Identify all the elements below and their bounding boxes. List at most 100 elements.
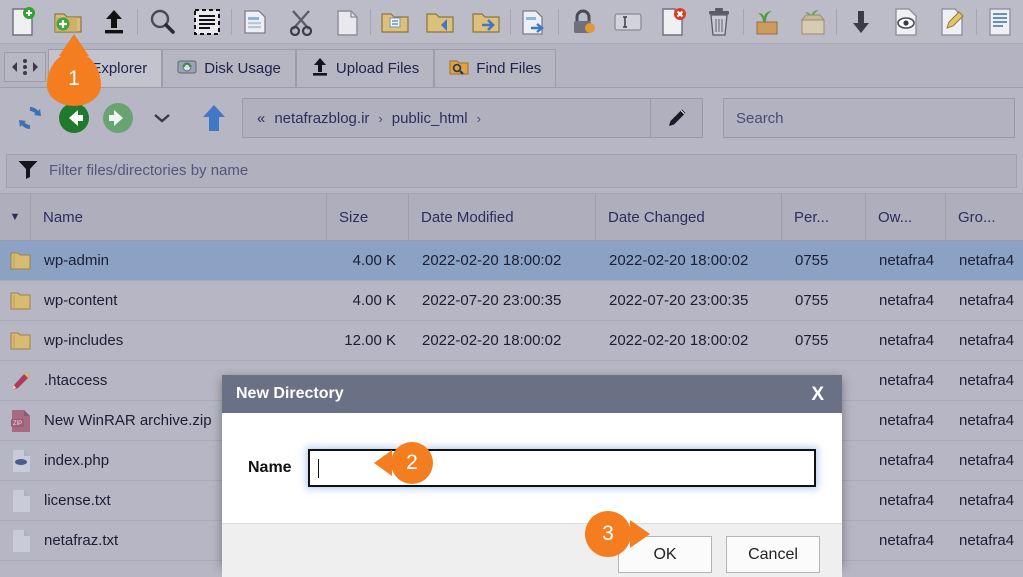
pencil-icon[interactable] <box>650 99 702 137</box>
filter-placeholder: Filter files/directories by name <box>49 162 249 179</box>
zip-icon: ZIP <box>0 401 42 441</box>
file-manager-window: File Explorer Disk Usage Upload Files Fi… <box>0 0 1023 577</box>
breadcrumb-separator: › <box>378 110 383 126</box>
close-icon[interactable]: X <box>811 385 824 404</box>
download-icon[interactable] <box>838 0 883 44</box>
file-date-changed: 2022-02-20 18:00:02 <box>609 252 749 269</box>
table-header: ▼ Name Size Date Modified Date Changed P… <box>0 193 1023 241</box>
dialog-footer: OK Cancel <box>222 523 842 577</box>
rename-icon[interactable] <box>605 0 650 44</box>
column-label: Name <box>43 208 84 226</box>
text-icon <box>0 481 42 521</box>
toolbar-divider <box>836 8 838 35</box>
column-header-permissions[interactable]: Per... <box>781 193 865 241</box>
folder-down-icon[interactable] <box>418 0 463 44</box>
copy-icon[interactable] <box>233 0 278 44</box>
tab-label: Disk Usage <box>204 60 281 77</box>
column-header-owner[interactable]: Ow... <box>865 193 945 241</box>
extract-icon[interactable] <box>744 0 789 44</box>
file-group: netafra4 <box>959 332 1015 349</box>
file-size: 4.00 K <box>352 252 396 269</box>
table-row[interactable]: wp-content 4.00 K 2022-07-20 23:00:35 2022-… <box>0 281 1023 321</box>
sort-caret-icon[interactable]: ▼ <box>0 194 30 241</box>
cancel-button[interactable]: Cancel <box>726 536 820 573</box>
file-owner: netafra4 <box>879 412 935 429</box>
move-file-icon[interactable] <box>372 0 417 44</box>
file-name: wp-content <box>44 292 118 309</box>
file-owner: netafra4 <box>879 452 935 469</box>
tab-disk-usage[interactable]: Disk Usage <box>162 49 296 87</box>
breadcrumb-prev-icon[interactable]: « <box>257 110 265 127</box>
file-owner: netafra4 <box>879 492 935 509</box>
file-permissions: 0755 <box>795 292 829 309</box>
new-file-icon[interactable] <box>0 0 45 44</box>
file-group: netafra4 <box>959 292 1015 309</box>
table-row[interactable]: wp-admin 4.00 K 2022-02-20 18:00:02 2022-02… <box>0 241 1023 281</box>
delete-file-icon[interactable] <box>651 0 696 44</box>
column-header-group[interactable]: Gro... <box>945 193 1023 241</box>
tab-find-files[interactable]: Find Files <box>434 49 557 87</box>
trash-icon[interactable] <box>696 0 741 44</box>
toolbar-divider <box>557 8 559 35</box>
toolbar-divider <box>509 8 511 35</box>
table-row[interactable]: wp-includes 12.00 K 2022-02-20 18:00:02 202… <box>0 321 1023 361</box>
badge-pointer <box>59 34 89 56</box>
file-size: 4.00 K <box>352 292 396 309</box>
copy-file-icon[interactable] <box>511 0 556 44</box>
svg-text:ZIP: ZIP <box>13 421 22 427</box>
toolbar-divider <box>742 8 744 35</box>
forward-arrow-icon[interactable] <box>96 96 140 140</box>
up-arrow-icon[interactable] <box>192 96 236 140</box>
view-icon[interactable] <box>884 0 929 44</box>
toolbar-divider <box>231 8 232 35</box>
file-name: wp-includes <box>44 332 124 349</box>
chevron-down-icon[interactable] <box>140 96 184 140</box>
step-badge-number: 3 <box>602 522 614 545</box>
tab-upload-files[interactable]: Upload Files <box>295 49 435 87</box>
find-icon <box>449 58 469 80</box>
file-permissions: 0755 <box>795 332 829 349</box>
column-header-size[interactable]: Size <box>326 193 408 241</box>
reload-icon[interactable] <box>8 96 52 140</box>
edit-icon[interactable] <box>929 0 974 44</box>
toolbar-divider <box>137 8 139 35</box>
file-group: netafra4 <box>959 412 1015 429</box>
upload-icon[interactable] <box>91 0 136 44</box>
permissions-lock-icon[interactable] <box>560 0 605 44</box>
file-group: netafra4 <box>959 532 1015 549</box>
tab-bar: File Explorer Disk Usage Upload Files Fi… <box>0 44 1023 88</box>
code-edit-icon[interactable] <box>977 0 1022 44</box>
tab-label: Upload Files <box>335 60 420 77</box>
filter-bar: Filter files/directories by name <box>0 148 1023 194</box>
cut-icon[interactable] <box>278 0 323 44</box>
filter-input[interactable]: Filter files/directories by name <box>6 153 1017 188</box>
new-directory-dialog: New Directory X Name OK Cancel <box>222 375 842 577</box>
folder-in-icon[interactable] <box>463 0 508 44</box>
step-badge-2: 2 <box>374 442 433 484</box>
column-header-name[interactable]: Name <box>30 193 326 241</box>
search-icon[interactable] <box>139 0 184 44</box>
file-owner: netafra4 <box>879 532 935 549</box>
search-input[interactable]: Search <box>723 98 1015 138</box>
breadcrumb-bar: « netafrazblog.ir › public_html › <box>242 98 703 138</box>
column-header-date-modified[interactable]: Date Modified <box>408 193 595 241</box>
folder-icon <box>0 241 42 281</box>
search-placeholder: Search <box>736 109 784 127</box>
step-badge-3: 3 <box>585 511 650 557</box>
tab-scroll-handle[interactable] <box>4 52 46 82</box>
column-header-date-changed[interactable]: Date Changed <box>595 193 781 241</box>
file-date-modified: 2022-02-20 18:00:02 <box>422 252 562 269</box>
breadcrumb-item-domain[interactable]: netafrazblog.ir <box>274 110 369 127</box>
file-group: netafra4 <box>959 252 1015 269</box>
paste-icon[interactable] <box>324 0 369 44</box>
step-badge-number: 2 <box>406 451 418 474</box>
file-group: netafra4 <box>959 492 1015 509</box>
file-group: netafra4 <box>959 452 1015 469</box>
select-all-icon[interactable] <box>185 0 230 44</box>
folder-icon <box>0 321 42 361</box>
compress-icon[interactable] <box>790 0 835 44</box>
breadcrumb-item-public-html[interactable]: public_html <box>392 110 468 127</box>
toolbar-divider <box>370 8 372 35</box>
breadcrumb: « netafrazblog.ir › public_html › <box>243 110 650 127</box>
badge-pointer <box>374 450 392 476</box>
